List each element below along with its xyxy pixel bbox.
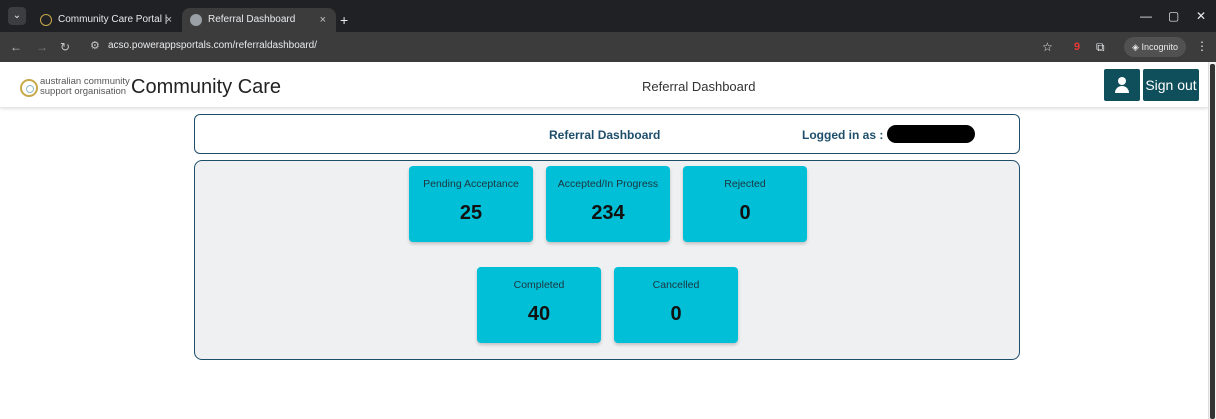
card-value: 0 [739, 202, 751, 224]
page-title: Referral Dashboard [642, 79, 756, 94]
minimize-icon[interactable]: — [1140, 8, 1152, 24]
card-rejected[interactable]: Rejected 0 [683, 166, 807, 242]
new-tab-button[interactable]: + [340, 8, 348, 32]
user-icon-body [1115, 86, 1129, 93]
reload-icon[interactable]: ↻ [60, 39, 70, 55]
site-header: australian community support organisatio… [0, 62, 1208, 108]
address-bar[interactable]: ⚙ acso.powerappsportals.com/referraldash… [78, 36, 1018, 58]
tab-title: Referral Dashboard [208, 14, 296, 25]
tab-close-icon[interactable]: × [166, 8, 172, 32]
incognito-label: Incognito [1141, 42, 1178, 52]
acso-favicon-icon [40, 14, 52, 26]
site-info-icon[interactable]: ⚙ [90, 39, 100, 52]
extension-badge-icon[interactable]: 9 [1074, 39, 1080, 55]
card-value: 25 [459, 202, 483, 224]
browser-tab-dashboard[interactable]: Referral Dashboard × [182, 8, 336, 32]
acso-logo-icon[interactable] [20, 79, 38, 97]
forward-icon[interactable]: → [36, 39, 48, 55]
scrollbar-thumb[interactable] [1210, 64, 1215, 419]
brand-title[interactable]: Community Care [131, 76, 281, 99]
card-accepted-in-progress[interactable]: Accepted/In Progress 234 [546, 166, 670, 242]
back-icon[interactable]: ← [10, 39, 22, 55]
browser-tab-portal[interactable]: Community Care Portal | ACSO × [32, 8, 182, 49]
card-label: Rejected [724, 178, 766, 190]
card-label: Completed [513, 279, 565, 291]
status-cards-panel: Pending Acceptance 25 Accepted/In Progre… [194, 160, 1020, 360]
extensions-puzzle-icon[interactable]: ⧉ [1096, 39, 1105, 55]
card-label: Pending Acceptance [423, 178, 519, 190]
card-label: Accepted/In Progress [557, 178, 659, 190]
logo-line-2: support organisation [40, 86, 127, 97]
dashboard-info-bar: Referral Dashboard Logged in as : [194, 114, 1020, 154]
user-icon [1118, 77, 1126, 85]
card-cancelled[interactable]: Cancelled 0 [614, 267, 738, 343]
bookmark-star-icon[interactable]: ☆ [1042, 39, 1053, 55]
logged-in-label: Logged in as : [802, 128, 884, 142]
redacted-username [887, 125, 975, 143]
page-content: australian community support organisatio… [0, 62, 1208, 419]
tab-close-icon[interactable]: × [320, 8, 326, 32]
globe-favicon-icon [190, 14, 202, 26]
card-value: 40 [527, 303, 551, 325]
url-text: acso.powerappsportals.com/referraldashbo… [108, 40, 317, 51]
dashboard-title: Referral Dashboard [549, 128, 661, 142]
browser-tab-bar: ⌄ Community Care Portal | ACSO × Referra… [0, 0, 1216, 49]
tab-search-icon[interactable]: ⌄ [8, 7, 26, 25]
card-value: 234 [591, 202, 625, 224]
card-value: 0 [670, 303, 682, 325]
browser-menu-icon[interactable]: ⋮ [1196, 39, 1208, 53]
user-profile-button[interactable] [1104, 69, 1140, 101]
card-pending-acceptance[interactable]: Pending Acceptance 25 [409, 166, 533, 242]
incognito-indicator[interactable]: ◈ Incognito [1124, 37, 1186, 57]
restore-icon[interactable]: ▢ [1168, 8, 1179, 24]
logo-text[interactable]: australian community support organisatio… [40, 77, 130, 97]
window-close-icon[interactable]: ✕ [1196, 8, 1206, 24]
browser-toolbar: ← → ↻ ⚙ acso.powerappsportals.com/referr… [0, 32, 1216, 62]
sign-out-button[interactable]: Sign out [1143, 69, 1199, 101]
card-label: Cancelled [652, 279, 700, 291]
card-completed[interactable]: Completed 40 [477, 267, 601, 343]
